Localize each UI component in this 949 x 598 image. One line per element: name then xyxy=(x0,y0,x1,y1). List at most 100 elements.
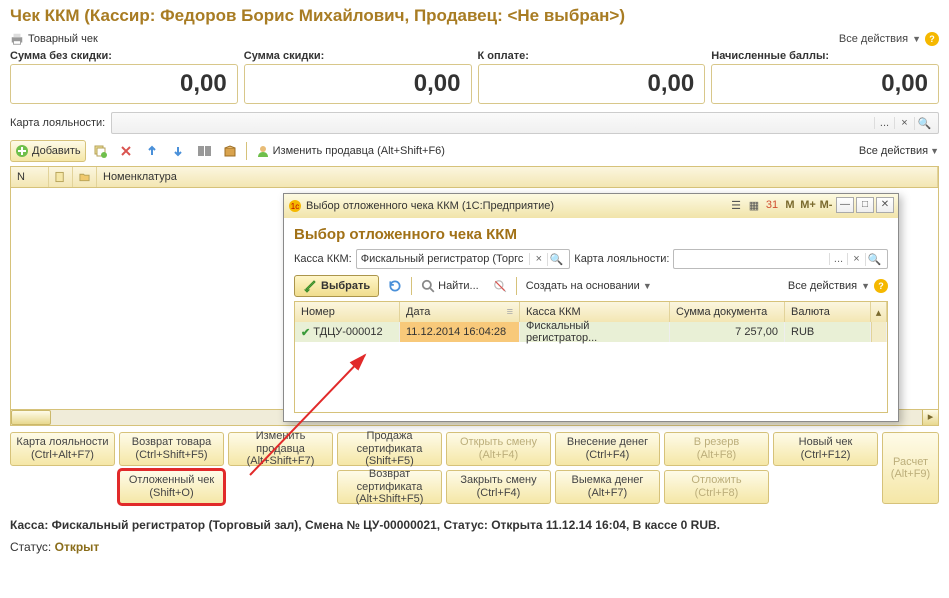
page-title: Чек ККМ (Кассир: Федоров Борис Михайлови… xyxy=(0,0,949,30)
card-input[interactable]: ... × 🔍 xyxy=(673,249,888,269)
postponed-receipt-dialog: 1c Выбор отложенного чека ККМ (1С:Предпр… xyxy=(283,193,899,422)
plus-icon xyxy=(15,144,29,158)
arrow-up-icon xyxy=(145,144,159,158)
scrollbar-thumb[interactable] xyxy=(11,410,51,425)
help-icon[interactable]: ? xyxy=(925,32,939,46)
select-arrow-icon xyxy=(303,279,317,293)
footer-button[interactable]: Закрыть смену(Ctrl+F4) xyxy=(446,470,551,504)
scroll-up-button[interactable]: ▴ xyxy=(871,302,887,322)
loyalty-card-label: Карта лояльности: xyxy=(10,117,105,129)
dcol-kassa[interactable]: Касса ККМ xyxy=(520,302,670,322)
clear-button[interactable]: × xyxy=(894,117,914,129)
close-button[interactable]: ✕ xyxy=(876,197,894,213)
refresh-button[interactable] xyxy=(383,275,407,297)
mem-mminus[interactable]: M- xyxy=(818,197,834,213)
calendar-icon[interactable]: 31 xyxy=(764,197,780,213)
minimize-button[interactable]: — xyxy=(836,197,854,213)
help-icon[interactable]: ? xyxy=(874,279,888,293)
change-seller-button[interactable]: Изменить продавца (Alt+Shift+F6) xyxy=(251,140,450,162)
footer-button[interactable]: Возврат товара(Ctrl+Shift+F5) xyxy=(119,432,224,466)
total-to-pay-value: 0,00 xyxy=(478,64,706,104)
toolbar-all-actions[interactable]: Все действия xyxy=(859,145,928,157)
col-n[interactable]: N xyxy=(11,167,49,187)
barcode-button[interactable] xyxy=(192,140,216,162)
dialog-title-text: Выбор отложенного чека ККМ (1С:Предприят… xyxy=(306,200,554,212)
select-button[interactable]: Выбрать xyxy=(294,275,379,297)
box-button[interactable] xyxy=(218,140,242,162)
footer-button[interactable]: Выемка денег(Alt+F7) xyxy=(555,470,660,504)
delete-button[interactable] xyxy=(114,140,138,162)
dcol-sum[interactable]: Сумма документа xyxy=(670,302,785,322)
print-receipt-link[interactable]: Товарный чек xyxy=(10,32,98,46)
dialog-titlebar[interactable]: 1c Выбор отложенного чека ККМ (1С:Предпр… xyxy=(284,194,898,218)
create-based-button[interactable]: Создать на основании ▼ xyxy=(521,275,657,297)
footer-button[interactable]: Карта лояльности(Ctrl+Alt+F7) xyxy=(10,432,115,466)
clear-find-button[interactable] xyxy=(488,275,512,297)
mem-m[interactable]: M xyxy=(782,197,798,213)
find-label: Найти... xyxy=(438,280,479,292)
calc-button[interactable]: Расчет (Alt+F9) xyxy=(882,432,939,504)
person-icon xyxy=(256,144,270,158)
dropdown-icon: ▼ xyxy=(930,146,939,156)
ellipsis-button[interactable]: ... xyxy=(829,253,847,265)
copy-button[interactable] xyxy=(88,140,112,162)
footer-button[interactable]: Внесение денег(Ctrl+F4) xyxy=(555,432,660,466)
dcol-date[interactable]: Дата≡ xyxy=(400,302,520,322)
status-line-2: Статус: Открыт xyxy=(0,536,949,558)
mem-mplus[interactable]: M+ xyxy=(800,197,816,213)
check-icon: ✔ xyxy=(301,326,310,339)
dropdown-icon: ▼ xyxy=(643,281,652,291)
ellipsis-button[interactable]: ... xyxy=(874,117,894,129)
add-button[interactable]: Добавить xyxy=(10,140,86,162)
doc-icon xyxy=(55,171,66,183)
create-based-label: Создать на основании xyxy=(526,280,640,292)
maximize-button[interactable]: □ xyxy=(856,197,874,213)
calc-label: Расчет xyxy=(883,456,938,468)
clear-icon[interactable]: × xyxy=(529,253,547,265)
footer-button[interactable]: Изменить продавца(Alt+Shift+F7) xyxy=(228,432,333,466)
total-no-discount-label: Сумма без скидки: xyxy=(10,50,238,62)
col-icon2[interactable] xyxy=(73,167,97,187)
dlg-all-actions[interactable]: Все действия xyxy=(788,280,857,292)
clear-find-icon xyxy=(493,279,507,293)
dialog-heading: Выбор отложенного чека ККМ xyxy=(294,226,888,243)
total-discount-label: Сумма скидки: xyxy=(244,50,472,62)
dropdown-icon: ▼ xyxy=(912,34,921,44)
copy-icon xyxy=(93,144,107,158)
table-row[interactable]: ✔ ТДЦУ-000012 11.12.2014 16:04:28 Фискал… xyxy=(295,322,887,342)
printer-icon xyxy=(10,32,24,46)
find-button[interactable]: Найти... xyxy=(416,275,484,297)
footer-button[interactable]: Возврат сертификата(Alt+Shift+F5) xyxy=(337,470,442,504)
col-icon1[interactable] xyxy=(49,167,73,187)
find-icon xyxy=(421,279,435,293)
print-receipt-label: Товарный чек xyxy=(28,33,98,45)
move-up-button[interactable] xyxy=(140,140,164,162)
doc-icon[interactable]: ☰ xyxy=(728,197,744,213)
scroll-right-button[interactable]: ▸ xyxy=(922,410,938,425)
status-line-1: Касса: Фискальный регистратор (Торговый … xyxy=(0,514,949,536)
col-nomenclature[interactable]: Номенклатура xyxy=(97,167,938,187)
dialog-grid: Номер Дата≡ Касса ККМ Сумма документа Ва… xyxy=(294,301,888,413)
barcode-icon xyxy=(197,144,211,158)
search-button[interactable]: 🔍 xyxy=(914,117,934,130)
kassa-input[interactable]: Фискальный регистратор (Торгс × 🔍 xyxy=(356,249,571,269)
footer-button[interactable]: Отложенный чек(Shift+O) xyxy=(119,470,224,504)
search-icon[interactable]: 🔍 xyxy=(547,253,565,266)
footer-button[interactable]: Новый чек(Ctrl+F12) xyxy=(773,432,878,466)
search-icon[interactable]: 🔍 xyxy=(865,253,883,266)
footer-button: Отложить(Ctrl+F8) xyxy=(664,470,769,504)
add-label: Добавить xyxy=(32,145,81,157)
calc-icon[interactable]: ▦ xyxy=(746,197,762,213)
footer-button: В резерв(Alt+F8) xyxy=(664,432,769,466)
delete-icon xyxy=(119,144,133,158)
move-down-button[interactable] xyxy=(166,140,190,162)
svg-text:1c: 1c xyxy=(291,202,299,211)
dcol-cur[interactable]: Валюта xyxy=(785,302,871,322)
clear-icon[interactable]: × xyxy=(847,253,865,265)
footer-button[interactable]: Продажа сертификата(Shift+F5) xyxy=(337,432,442,466)
kassa-label: Касса ККМ: xyxy=(294,253,352,265)
box-icon xyxy=(223,144,237,158)
all-actions-link[interactable]: Все действия xyxy=(839,33,908,45)
loyalty-card-input[interactable]: ... × 🔍 xyxy=(111,112,939,134)
dcol-num[interactable]: Номер xyxy=(295,302,400,322)
